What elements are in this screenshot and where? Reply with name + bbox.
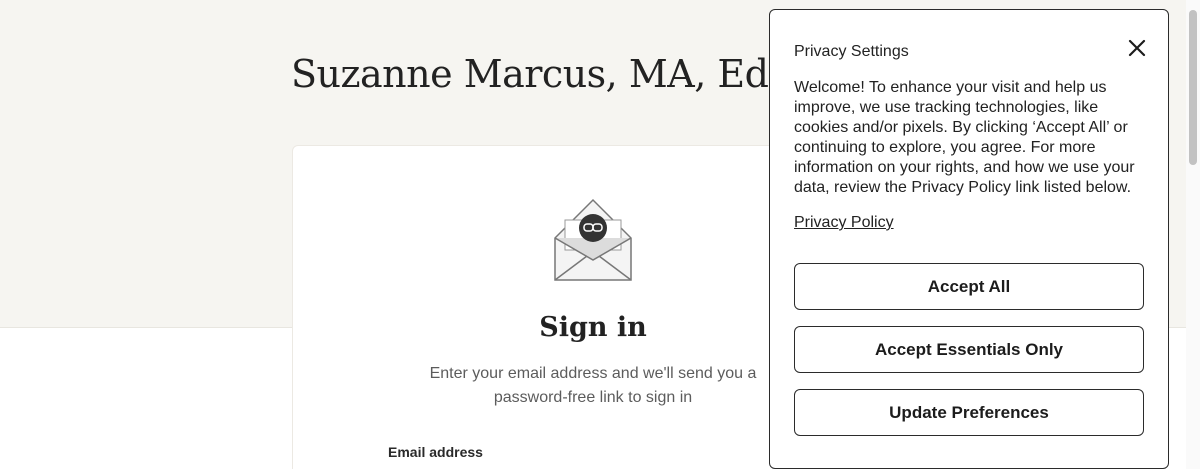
accept-essentials-button[interactable]: Accept Essentials Only: [794, 326, 1144, 373]
signin-description: Enter your email address and we'll send …: [429, 365, 757, 406]
accept-all-button[interactable]: Accept All: [794, 263, 1144, 310]
privacy-policy-link[interactable]: Privacy Policy: [794, 214, 894, 232]
page-title: Suzanne Marcus, MA, EdM: [291, 52, 807, 96]
scrollbar-thumb[interactable]: [1189, 10, 1197, 165]
privacy-settings-dialog: Privacy Settings Welcome! To enhance you…: [769, 9, 1169, 469]
close-icon[interactable]: [1125, 36, 1149, 60]
scrollbar[interactable]: [1186, 0, 1200, 469]
update-preferences-button[interactable]: Update Preferences: [794, 389, 1144, 436]
privacy-description: Welcome! To enhance your visit and help …: [794, 79, 1135, 196]
email-label: Email address: [388, 444, 483, 460]
envelope-link-icon: [554, 198, 632, 281]
privacy-title: Privacy Settings: [794, 43, 909, 60]
